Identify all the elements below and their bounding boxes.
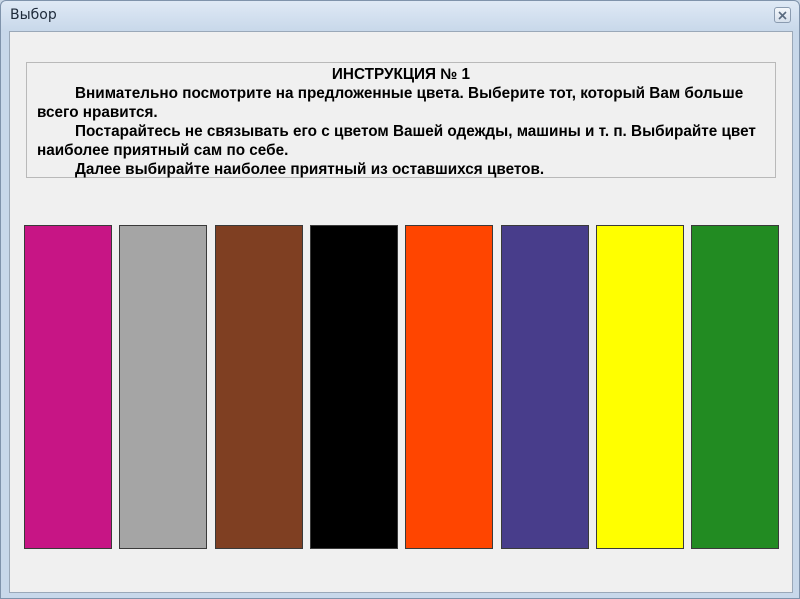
swatch-green[interactable] <box>691 225 779 549</box>
close-button[interactable] <box>774 7 791 23</box>
swatch-orange-red[interactable] <box>405 225 493 549</box>
instruction-paragraph-1: Внимательно посмотрите на предложенные ц… <box>37 85 744 121</box>
client-area: ИНСТРУКЦИЯ № 1 Внимательно посмотрите на… <box>9 31 793 593</box>
instruction-title: ИНСТРУКЦИЯ № 1 <box>331 66 471 83</box>
window-title: Выбор <box>10 7 57 23</box>
instruction-paragraph-3: Далее выбирайте наиболее приятный из ост… <box>75 161 545 178</box>
color-swatches <box>24 225 781 549</box>
instruction-panel: ИНСТРУКЦИЯ № 1 Внимательно посмотрите на… <box>26 62 776 178</box>
instruction-paragraph-2: Постарайтесь не связывать его с цветом В… <box>37 123 756 159</box>
swatch-brown[interactable] <box>215 225 303 549</box>
close-icon <box>778 10 787 20</box>
swatch-magenta[interactable] <box>24 225 112 549</box>
swatch-yellow[interactable] <box>596 225 684 549</box>
title-bar[interactable]: Выбор <box>1 1 799 31</box>
swatch-dark-slate-blue[interactable] <box>501 225 589 549</box>
choice-window: Выбор ИНСТРУКЦИЯ № 1 Внимательно посмотр… <box>0 0 800 599</box>
swatch-gray[interactable] <box>119 225 207 549</box>
swatch-black[interactable] <box>310 225 398 549</box>
